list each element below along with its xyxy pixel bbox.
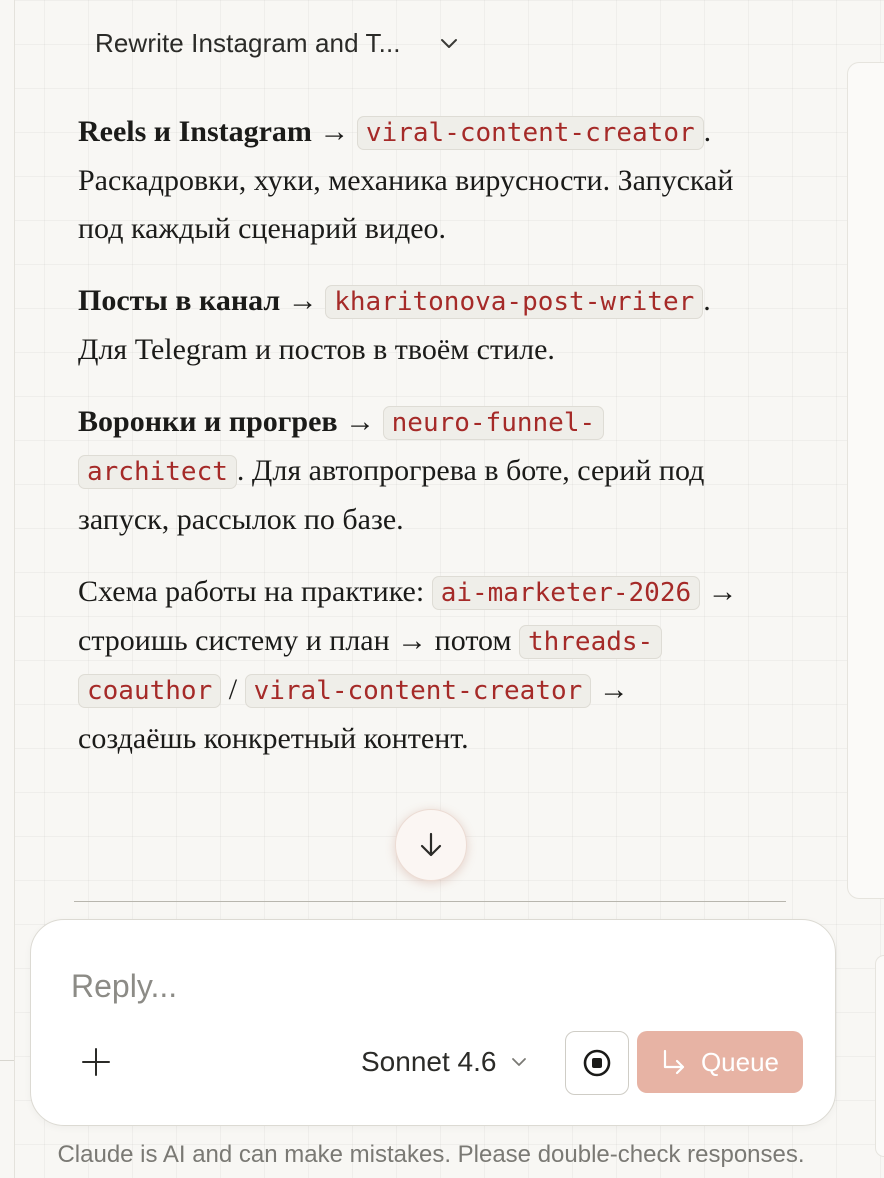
right-side-panel <box>847 62 884 899</box>
left-rail <box>0 0 15 1178</box>
paragraph-heading: Reels и Instagram <box>78 115 312 148</box>
queue-arrow-icon <box>663 1049 685 1075</box>
left-rail-divider <box>0 1060 14 1061</box>
stop-icon <box>583 1049 611 1077</box>
arrow-glyph: → <box>319 115 350 148</box>
scroll-to-bottom-button[interactable] <box>395 809 467 881</box>
arrow-glyph: → <box>287 284 318 317</box>
chat-title[interactable]: Rewrite Instagram and T... <box>95 28 401 59</box>
assistant-message: Reels и Instagram → viral-content-creato… <box>78 108 738 787</box>
message-paragraph: Посты в канал → kharitonova-post-writer.… <box>78 277 738 374</box>
composer-divider <box>74 901 786 902</box>
composer: Sonnet 4.6 Queue <box>30 919 836 1126</box>
chevron-down-icon[interactable] <box>439 34 459 54</box>
model-selector[interactable]: Sonnet 4.6 <box>361 1042 528 1082</box>
chat-header: Rewrite Instagram and T... <box>95 28 459 59</box>
scheme-paragraph: Схема работы на практике: ai-marketer-20… <box>78 568 738 763</box>
disclaimer-text: Claude is AI and can make mistakes. Plea… <box>57 1141 805 1168</box>
paragraph-heading: Воронки и прогрев <box>78 405 338 438</box>
scheme-separator: / <box>221 673 245 706</box>
add-attachment-button[interactable] <box>76 1042 116 1082</box>
plus-icon <box>82 1048 110 1076</box>
skill-tag: kharitonova-post-writer <box>325 285 704 319</box>
chevron-down-icon <box>512 1058 527 1066</box>
arrow-glyph: → <box>345 405 376 438</box>
paragraph-heading: Посты в канал <box>78 284 281 317</box>
skill-tag: ai-marketer-2026 <box>431 576 701 610</box>
queue-label: Queue <box>700 1046 780 1077</box>
message-paragraph: Воронки и прогрев → neuro-funnel-archite… <box>78 398 738 544</box>
right-side-panel-lower <box>875 955 884 1157</box>
skill-tag: viral-content-creator <box>244 674 592 708</box>
model-name: Sonnet 4.6 <box>361 1046 497 1077</box>
skill-tag: viral-content-creator <box>356 116 704 150</box>
reply-input[interactable] <box>71 958 771 1014</box>
message-paragraph: Reels и Instagram → viral-content-creato… <box>78 108 738 253</box>
arrow-down-icon <box>420 832 442 857</box>
queue-button[interactable]: Queue <box>637 1031 803 1093</box>
stop-button[interactable] <box>565 1031 629 1095</box>
scheme-prefix: Схема работы на практике: <box>78 575 432 608</box>
